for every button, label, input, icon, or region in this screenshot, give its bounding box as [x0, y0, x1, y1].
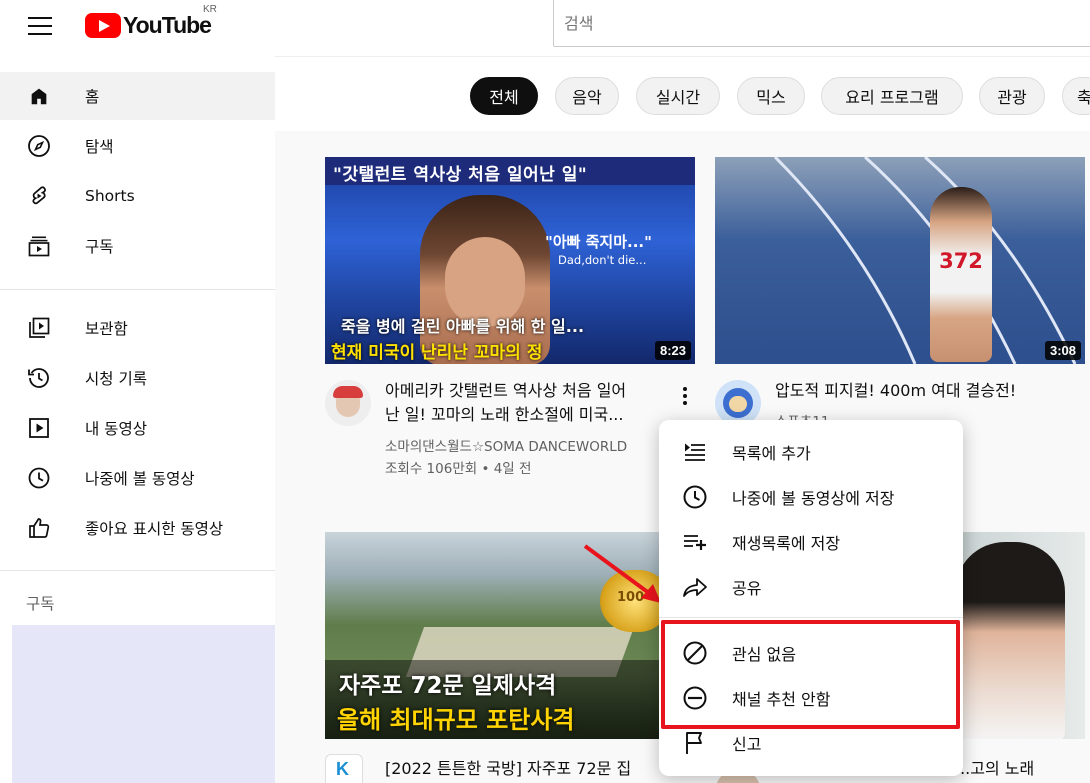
video-thumbnail[interactable]: "갓탤런트 역사상 처음 일어난 일" "아빠 죽지마..." Dad,don'… [325, 157, 695, 364]
subscriptions-list-placeholder [12, 625, 275, 783]
sidebar-divider [0, 289, 275, 290]
video-thumbnail[interactable]: 372 3:08 [715, 157, 1085, 364]
sidebar-item-watch-later[interactable]: 나중에 볼 동영상 [0, 454, 275, 502]
menu-item-save-watch-later[interactable]: 나중에 볼 동영상에 저장 [659, 474, 963, 519]
chip-tourism[interactable]: 관광 [979, 77, 1045, 115]
sidebar-item-label: 보관함 [85, 320, 128, 338]
clock-icon [27, 466, 51, 490]
not-interested-icon [681, 639, 709, 667]
menu-item-label: 재생목록에 저장 [732, 533, 841, 553]
menu-item-label: 공유 [732, 578, 762, 598]
video-title[interactable]: 아메리카 갓탤런트 역사상 처음 일어 난 일! 꼬마의 노래 한소절에 미국.… [385, 379, 675, 427]
flag-icon [681, 729, 709, 757]
video-title[interactable]: [2022 튼튼한 국방] 자주포 72문 집 [385, 757, 685, 781]
thumbnail-title-text: "갓탤런트 역사상 처음 일어난 일" [333, 165, 588, 185]
my-videos-icon [27, 416, 51, 440]
runner-figure [930, 187, 992, 362]
video-meta: 소마의댄스월드☆SOMA DANCEWORLD 조회수 106만회 • 4일 전 [385, 436, 685, 480]
menu-item-dont-recommend-channel[interactable]: 채널 추천 안함 [659, 675, 963, 720]
logo-text: YouTube [123, 12, 212, 38]
chip-live[interactable]: 실시간 [636, 77, 720, 115]
menu-item-add-to-queue[interactable]: 목록에 추가 [659, 429, 963, 474]
subscriptions-section-title: 구독 [26, 595, 55, 613]
sidebar-item-liked-videos[interactable]: 좋아요 표시한 동영상 [0, 504, 275, 552]
sidebar-item-label: 나중에 볼 동영상 [85, 470, 195, 488]
menu-divider [659, 617, 963, 618]
sidebar-item-label: 구독 [85, 238, 114, 256]
sidebar-item-subscriptions[interactable]: 구독 [0, 222, 275, 270]
thumbnail-quote: "아빠 죽지마..." [545, 233, 652, 251]
menu-item-report[interactable]: 신고 [659, 720, 963, 765]
fencer-figure [955, 542, 1065, 739]
chip-bar: 전체 음악 실시간 믹스 요리 프로그램 관광 축 [275, 56, 1090, 131]
chip-more[interactable]: 축 [1062, 77, 1090, 115]
duration-badge: 3:08 [1044, 341, 1081, 360]
clock-icon [681, 483, 709, 511]
playlist-add-icon [681, 528, 709, 556]
compass-icon [27, 134, 51, 158]
country-code: KR [203, 4, 217, 15]
home-icon [27, 84, 51, 108]
sidebar: 홈 탐색 Shorts 구독 보관함 시청 기록 내 동영상 나중에 볼 동영상… [0, 56, 275, 783]
menu-item-save-playlist[interactable]: 재생목록에 저장 [659, 519, 963, 564]
menu-icon[interactable] [28, 14, 52, 35]
sidebar-item-my-videos[interactable]: 내 동영상 [0, 404, 275, 452]
sidebar-item-label: 홈 [85, 88, 100, 106]
sidebar-item-library[interactable]: 보관함 [0, 304, 275, 352]
queue-icon [681, 438, 709, 466]
share-icon [681, 573, 709, 601]
top-bar: YouTube KR [0, 0, 1090, 56]
menu-item-label: 신고 [732, 734, 762, 754]
thumbnail-caption-1: 자주포 72문 일제사격 [339, 673, 557, 699]
channel-name[interactable]: 소마의댄스월드☆SOMA DANCEWORLD [385, 436, 685, 458]
menu-item-label: 관심 없음 [732, 644, 796, 664]
runner-bib: 372 [939, 249, 983, 273]
duration-badge: 8:23 [654, 341, 691, 360]
thumbs-up-icon [27, 516, 51, 540]
more-actions-icon[interactable] [675, 382, 695, 410]
menu-item-share[interactable]: 공유 [659, 564, 963, 609]
thumbnail-caption-1: 죽을 병에 걸린 아빠를 위해 한 일... [341, 317, 585, 336]
sidebar-item-history[interactable]: 시청 기록 [0, 354, 275, 402]
chip-cooking[interactable]: 요리 프로그램 [821, 77, 963, 115]
chip-all[interactable]: 전체 [470, 77, 538, 115]
youtube-logo[interactable]: YouTube [85, 12, 212, 39]
menu-item-label: 나중에 볼 동영상에 저장 [732, 488, 895, 508]
thumbnail-caption-2: 올해 최대규모 포탄사격 [337, 706, 575, 734]
thumbnail-caption-2: 현재 미국이 난리난 꼬마의 정 [331, 343, 543, 363]
sidebar-item-home[interactable]: 홈 [0, 72, 275, 120]
channel-avatar[interactable]: K [325, 754, 363, 783]
chip-mix[interactable]: 믹스 [737, 77, 805, 115]
sidebar-item-label: 탐색 [85, 138, 114, 156]
channel-avatar[interactable] [325, 380, 371, 426]
sidebar-item-explore[interactable]: 탐색 [0, 122, 275, 170]
subscriptions-icon [27, 234, 51, 258]
chip-music[interactable]: 음악 [555, 77, 619, 115]
search-input[interactable] [554, 0, 1090, 46]
menu-item-label: 채널 추천 안함 [732, 689, 831, 709]
sidebar-item-label: 내 동영상 [85, 420, 147, 438]
menu-item-not-interested[interactable]: 관심 없음 [659, 630, 963, 675]
history-icon [27, 366, 51, 390]
view-stats: 조회수 106만회 • 4일 전 [385, 461, 532, 477]
play-logo-icon [85, 13, 121, 38]
sidebar-item-label: Shorts [85, 187, 135, 205]
block-channel-icon [681, 684, 709, 712]
video-title[interactable]: 압도적 피지컬! 400m 여대 결승전! [775, 379, 1075, 403]
sidebar-item-shorts[interactable]: Shorts [0, 172, 275, 220]
track-lines-graphic [773, 157, 1077, 364]
sidebar-item-label: 시청 기록 [85, 370, 147, 388]
menu-item-label: 목록에 추가 [732, 443, 811, 463]
shorts-icon [27, 184, 51, 208]
video-context-menu: 목록에 추가 나중에 볼 동영상에 저장 재생목록에 저장 공유 관심 없음 채… [659, 420, 963, 776]
sidebar-divider [0, 570, 275, 571]
search-box[interactable] [553, 0, 1090, 47]
library-icon [27, 316, 51, 340]
video-title[interactable]: ...고의 노래 [955, 757, 1085, 781]
thumbnail-quote-en: Dad,don't die... [558, 253, 647, 267]
sidebar-item-label: 좋아요 표시한 동영상 [85, 520, 224, 538]
